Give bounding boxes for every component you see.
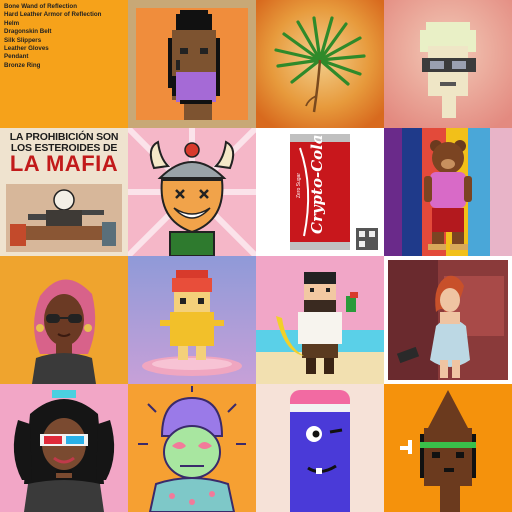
mafia-title: LA PROHIBICIÓN SON LOS ESTEROIDES DE LA … [0, 132, 128, 175]
loot-list: Bone Wand of Reflection Hard Leather Arm… [4, 3, 128, 70]
palm-leaf-tile[interactable] [256, 0, 384, 128]
mafia-poster-tile[interactable]: LA PROHIBICIÓN SON LOS ESTEROIDES DE LA … [0, 128, 128, 256]
skull-avatar-icon [384, 0, 512, 128]
mafia-line-1: LA PROHIBICIÓN SON [9, 131, 119, 143]
purple-creature-tile[interactable] [256, 384, 384, 512]
punk-avatar-icon [128, 0, 256, 128]
nft-gallery-grid: Bone Wand of Reflection Hard Leather Arm… [0, 0, 512, 512]
woman-icon [384, 256, 512, 384]
can-subtitle: Zero Sugar [296, 172, 302, 198]
loot-item: Bronze Ring [4, 61, 41, 69]
mafia-line-3: LA MAFIA [9, 151, 119, 176]
pirate-icon [256, 256, 384, 384]
skull-punk-tile[interactable] [384, 0, 512, 128]
crypto-cola-tile[interactable]: Crypto-Cola Zero Sugar [256, 128, 384, 256]
nft-girl-icon [0, 256, 128, 384]
pixel-hotdog-icon [128, 256, 256, 384]
pixel-hotdog-tile[interactable] [128, 256, 256, 384]
brown-punk-icon [384, 384, 512, 512]
brown-punk-tile[interactable] [384, 384, 512, 512]
bear-icon [384, 128, 512, 256]
purple-hair-icon [128, 384, 256, 512]
woman-painting-tile[interactable] [384, 256, 512, 384]
shiba-viking-tile[interactable] [128, 128, 256, 256]
palm-leaf-icon [256, 0, 384, 128]
girl-portrait-tile[interactable] [0, 256, 128, 384]
loot-item: Leather Gloves [4, 45, 49, 53]
shiba-viking-icon [128, 128, 256, 256]
loot-item: Pendant [4, 53, 29, 61]
loot-item: Bone Wand of Reflection [4, 3, 77, 10]
purple-hair-tile[interactable] [128, 384, 256, 512]
bear-stripes-tile[interactable] [384, 128, 512, 256]
loot-item: Silk Slippers [4, 36, 42, 44]
girl-3d-glasses-tile[interactable] [0, 384, 128, 512]
loot-item: Helm [4, 19, 20, 27]
loot-bag-tile[interactable]: Bone Wand of Reflection Hard Leather Arm… [0, 0, 128, 128]
pixel-pirate-tile[interactable] [256, 256, 384, 384]
can-brand: Crypto-Cola [308, 134, 326, 234]
loot-item: Hard Leather Armor of Reflection [4, 11, 102, 19]
loot-item: Dragonskin Belt [4, 28, 52, 36]
purple-creature-icon [256, 384, 384, 512]
punk-mohawk-tile[interactable] [128, 0, 256, 128]
girl-3d-glasses-icon [0, 384, 128, 512]
